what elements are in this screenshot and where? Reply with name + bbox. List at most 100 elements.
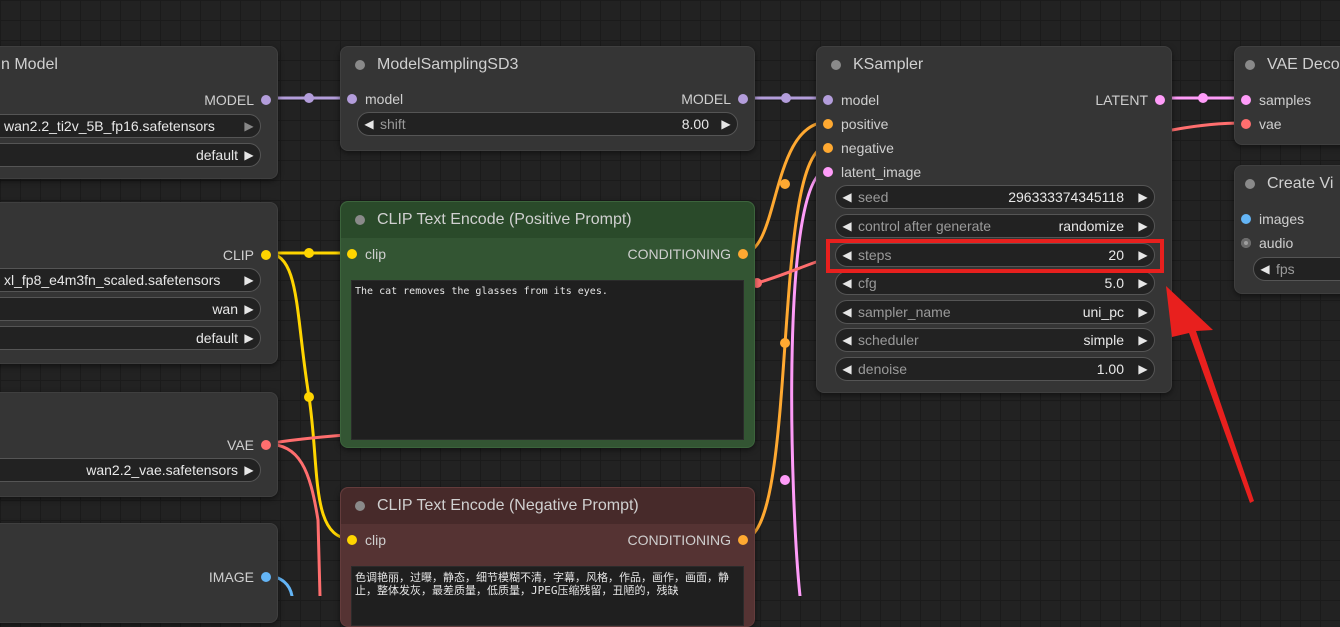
input-negative[interactable]: negative bbox=[823, 138, 894, 158]
input-dot[interactable] bbox=[1241, 238, 1251, 248]
input-dot[interactable] bbox=[347, 249, 357, 259]
arrow-right-icon[interactable]: ▶ bbox=[1132, 305, 1154, 319]
node-title[interactable]: ModelSamplingSD3 bbox=[341, 47, 754, 83]
input-images[interactable]: images bbox=[1241, 209, 1304, 229]
arrow-right-icon[interactable]: ▶ bbox=[238, 302, 260, 316]
input-dot[interactable] bbox=[347, 94, 357, 104]
output-dot[interactable] bbox=[261, 572, 271, 582]
input-dot[interactable] bbox=[1241, 95, 1251, 105]
input-latent-image[interactable]: latent_image bbox=[823, 162, 921, 182]
arrow-right-icon[interactable]: ▶ bbox=[1132, 333, 1154, 347]
node-title[interactable]: CLIP Text Encode (Negative Prompt) bbox=[341, 488, 754, 524]
input-dot[interactable] bbox=[347, 535, 357, 545]
collapse-dot-icon[interactable] bbox=[355, 60, 365, 70]
input-dot[interactable] bbox=[1241, 214, 1251, 224]
load-diffusion-model-node[interactable]: n Model MODEL wan2.2_ti2v_5B_fp16.safete… bbox=[0, 46, 278, 179]
load-image-node[interactable]: IMAGE bbox=[0, 523, 278, 623]
arrow-right-icon[interactable]: ▶ bbox=[1132, 362, 1154, 376]
node-title[interactable] bbox=[0, 524, 277, 560]
output-dot[interactable] bbox=[261, 250, 271, 260]
node-title[interactable]: n Model bbox=[0, 47, 277, 83]
collapse-dot-icon[interactable] bbox=[831, 60, 841, 70]
arrow-left-icon[interactable]: ◀ bbox=[836, 362, 858, 376]
output-vae[interactable]: VAE bbox=[227, 435, 271, 455]
input-dot[interactable] bbox=[823, 143, 833, 153]
weight-dtype-combo[interactable]: default ▶ bbox=[0, 143, 261, 167]
input-clip[interactable]: clip bbox=[347, 530, 386, 550]
arrow-right-icon[interactable]: ▶ bbox=[238, 148, 260, 162]
vae-name-combo[interactable]: wan2.2_vae.safetensors ▶ bbox=[0, 458, 261, 482]
collapse-dot-icon[interactable] bbox=[355, 501, 365, 511]
output-dot[interactable] bbox=[738, 249, 748, 259]
output-dot[interactable] bbox=[261, 95, 271, 105]
reroute-dot[interactable] bbox=[780, 475, 790, 485]
arrow-right-icon[interactable]: ▶ bbox=[238, 119, 260, 133]
collapse-dot-icon[interactable] bbox=[355, 215, 365, 225]
load-vae-node[interactable]: VAE wan2.2_vae.safetensors ▶ bbox=[0, 392, 278, 497]
output-dot[interactable] bbox=[1155, 95, 1165, 105]
fps-widget[interactable]: ◀ fps bbox=[1253, 257, 1340, 281]
output-latent[interactable]: LATENT bbox=[1095, 90, 1165, 110]
reroute-dot[interactable] bbox=[304, 392, 314, 402]
node-title[interactable] bbox=[0, 393, 277, 429]
arrow-right-icon[interactable]: ▶ bbox=[715, 117, 737, 131]
clip-text-encode-positive-node[interactable]: CLIP Text Encode (Positive Prompt) clip … bbox=[340, 201, 755, 448]
control-after-generate-widget[interactable]: ◀ control after generate randomize ▶ bbox=[835, 214, 1155, 238]
clip-device-combo[interactable]: default ▶ bbox=[0, 326, 261, 350]
arrow-left-icon[interactable]: ◀ bbox=[836, 219, 858, 233]
arrow-left-icon[interactable]: ◀ bbox=[1254, 262, 1276, 276]
output-dot[interactable] bbox=[738, 94, 748, 104]
prompt-textarea[interactable]: The cat removes the glasses from its eye… bbox=[351, 280, 744, 440]
node-title[interactable]: Create Vi bbox=[1235, 166, 1340, 202]
output-model[interactable]: MODEL bbox=[204, 90, 271, 110]
node-title[interactable] bbox=[0, 203, 277, 239]
input-clip[interactable]: clip bbox=[347, 244, 386, 264]
seed-widget[interactable]: ◀ seed 296333374345118 ▶ bbox=[835, 185, 1155, 209]
vae-decode-node[interactable]: VAE Deco samples vae bbox=[1234, 46, 1340, 145]
reroute-dot[interactable] bbox=[781, 93, 791, 103]
model-sampling-sd3-node[interactable]: ModelSamplingSD3 model MODEL ◀ shift 8.0… bbox=[340, 46, 755, 151]
input-dot[interactable] bbox=[1241, 119, 1251, 129]
input-vae[interactable]: vae bbox=[1241, 114, 1282, 134]
output-dot[interactable] bbox=[738, 535, 748, 545]
node-title[interactable]: CLIP Text Encode (Positive Prompt) bbox=[341, 202, 754, 238]
reroute-dot[interactable] bbox=[1198, 93, 1208, 103]
input-dot[interactable] bbox=[823, 167, 833, 177]
load-clip-node[interactable]: CLIP xl_fp8_e4m3fn_scaled.safetensors ▶ … bbox=[0, 202, 278, 364]
output-clip[interactable]: CLIP bbox=[223, 245, 271, 265]
output-conditioning[interactable]: CONDITIONING bbox=[628, 244, 748, 264]
shift-widget[interactable]: ◀ shift 8.00 ▶ bbox=[357, 112, 738, 136]
reroute-dot[interactable] bbox=[780, 179, 790, 189]
reroute-dot[interactable] bbox=[780, 338, 790, 348]
output-dot[interactable] bbox=[261, 440, 271, 450]
arrow-right-icon[interactable]: ▶ bbox=[1132, 219, 1154, 233]
output-model[interactable]: MODEL bbox=[681, 89, 748, 109]
node-title[interactable]: KSampler bbox=[817, 47, 1171, 83]
clip-name-combo[interactable]: xl_fp8_e4m3fn_scaled.safetensors ▶ bbox=[0, 268, 261, 292]
arrow-right-icon[interactable]: ▶ bbox=[1132, 190, 1154, 204]
sampler-name-widget[interactable]: ◀ sampler_name uni_pc ▶ bbox=[835, 300, 1155, 324]
unet-name-combo[interactable]: wan2.2_ti2v_5B_fp16.safetensors ▶ bbox=[0, 114, 261, 138]
output-image[interactable]: IMAGE bbox=[209, 567, 271, 587]
scheduler-widget[interactable]: ◀ scheduler simple ▶ bbox=[835, 328, 1155, 352]
arrow-left-icon[interactable]: ◀ bbox=[836, 305, 858, 319]
arrow-right-icon[interactable]: ▶ bbox=[238, 463, 260, 477]
input-audio[interactable]: audio bbox=[1241, 233, 1293, 253]
reroute-dot[interactable] bbox=[304, 248, 314, 258]
input-model[interactable]: model bbox=[347, 89, 403, 109]
arrow-right-icon[interactable]: ▶ bbox=[1132, 276, 1154, 290]
collapse-dot-icon[interactable] bbox=[1245, 60, 1255, 70]
create-video-node[interactable]: Create Vi images audio ◀ fps bbox=[1234, 165, 1340, 294]
cfg-widget[interactable]: ◀ cfg 5.0 ▶ bbox=[835, 271, 1155, 295]
arrow-left-icon[interactable]: ◀ bbox=[836, 276, 858, 290]
input-model[interactable]: model bbox=[823, 90, 879, 110]
reroute-dot[interactable] bbox=[304, 93, 314, 103]
arrow-right-icon[interactable]: ▶ bbox=[238, 273, 260, 287]
input-positive[interactable]: positive bbox=[823, 114, 888, 134]
denoise-widget[interactable]: ◀ denoise 1.00 ▶ bbox=[835, 357, 1155, 381]
arrow-left-icon[interactable]: ◀ bbox=[358, 117, 380, 131]
clip-type-combo[interactable]: wan ▶ bbox=[0, 297, 261, 321]
node-title[interactable]: VAE Deco bbox=[1235, 47, 1340, 83]
input-dot[interactable] bbox=[823, 119, 833, 129]
input-dot[interactable] bbox=[823, 95, 833, 105]
